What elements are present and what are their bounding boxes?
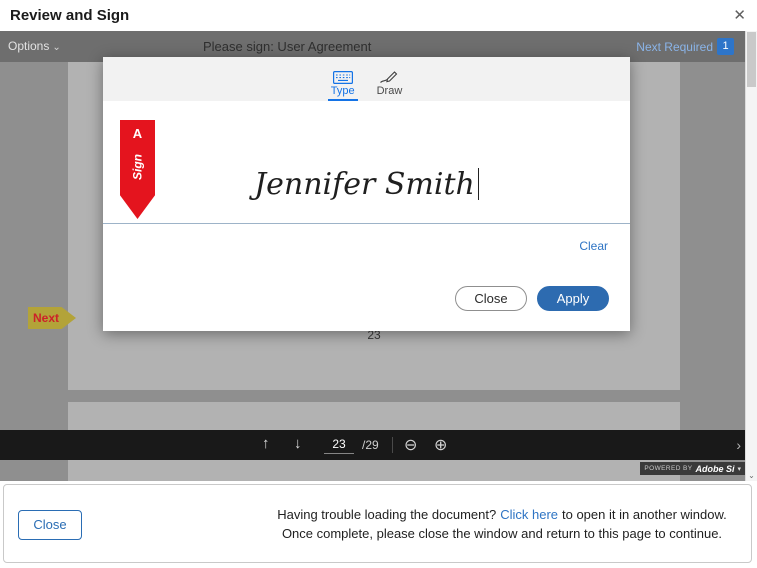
signature-tabbar: Type Draw: [103, 57, 630, 101]
powered-by-brand: Adobe Si: [695, 464, 734, 474]
footer-panel: Close Having trouble loading the documen…: [3, 484, 752, 563]
options-label: Options: [8, 39, 49, 53]
toolbar-divider: [392, 437, 393, 453]
tab-type[interactable]: Type: [328, 57, 358, 101]
previous-page-button[interactable]: ↑: [262, 435, 270, 452]
scrollbar-down-arrow-icon[interactable]: ⌄: [746, 471, 757, 480]
page-footer: Close Having trouble loading the documen…: [0, 481, 757, 568]
close-icon[interactable]: ✕: [733, 6, 746, 24]
signature-value: Jennifer Smith: [254, 167, 475, 202]
dialog-title: Review and Sign: [10, 7, 129, 24]
review-and-sign-window: Review and Sign ✕ Options⌄ Please sign: …: [0, 0, 757, 568]
chevron-down-icon: ⌄: [52, 42, 60, 53]
next-page-button[interactable]: ↓: [294, 435, 302, 452]
click-here-link[interactable]: Click here: [500, 507, 558, 522]
text-cursor: [478, 168, 479, 200]
dialog-titlebar: Review and Sign ✕: [0, 0, 757, 31]
keyboard-icon: [333, 69, 353, 85]
document-title: Please sign: User Agreement: [203, 39, 371, 54]
tab-draw[interactable]: Draw: [374, 57, 406, 101]
powered-by-badge[interactable]: POWERED BY Adobe Si ▾: [640, 462, 745, 475]
signature-dialog: Type Draw A Sign Jennifer Smith Clear Cl…: [103, 57, 630, 331]
page-number-input[interactable]: 23: [324, 435, 354, 454]
scrollbar-thumb[interactable]: [747, 32, 756, 87]
options-menu-button[interactable]: Options⌄: [8, 39, 61, 53]
powered-by-label: POWERED BY: [644, 465, 692, 472]
tab-draw-label: Draw: [377, 85, 403, 97]
trouble-text: Having trouble loading the document?: [277, 507, 496, 522]
after-link-text: to open it in another window.: [562, 507, 727, 522]
zoom-in-button[interactable]: ⊕: [434, 435, 447, 455]
pen-icon: [379, 69, 399, 85]
footer-close-button[interactable]: Close: [18, 510, 82, 540]
chevron-right-icon[interactable]: ›: [736, 437, 741, 453]
footer-help-text: Having trouble loading the document? Clic…: [263, 505, 741, 543]
zoom-out-button[interactable]: ⊖: [404, 435, 417, 455]
signature-baseline: [103, 223, 630, 224]
footer-second-line: Once complete, please close the window a…: [263, 524, 741, 543]
vertical-scrollbar[interactable]: ⌄: [745, 31, 757, 481]
clear-signature-link[interactable]: Clear: [579, 239, 608, 253]
next-required-button[interactable]: Next Required: [636, 40, 713, 54]
signature-close-button[interactable]: Close: [455, 286, 527, 311]
next-required-count-badge: 1: [717, 38, 734, 55]
tab-type-label: Type: [331, 85, 355, 97]
page-total-label: /29: [362, 438, 379, 452]
adobe-logo-icon: A: [120, 126, 155, 141]
pdf-navigation-toolbar: ↑ ↓ 23 /29 ⊖ ⊕ ›: [0, 430, 745, 460]
caret-down-icon: ▾: [737, 465, 741, 473]
signature-apply-button[interactable]: Apply: [537, 286, 609, 311]
signature-text-field[interactable]: Jennifer Smith: [103, 167, 630, 202]
